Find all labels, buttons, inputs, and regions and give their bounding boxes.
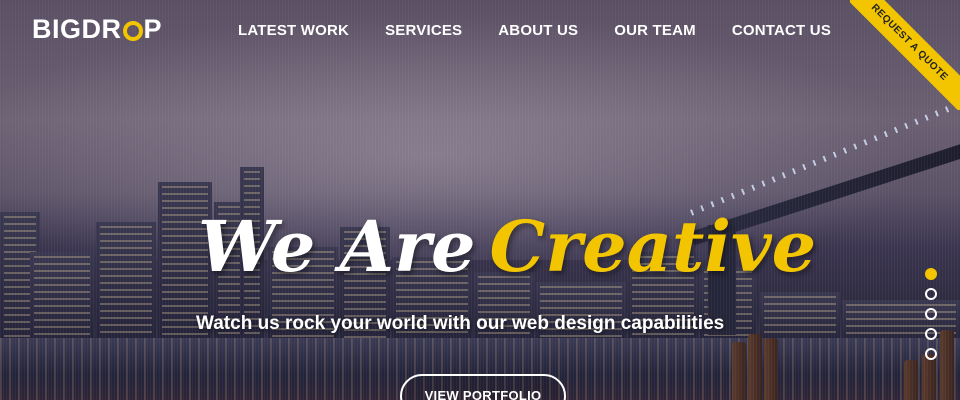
bigdrop-logo[interactable]: BIGDR P xyxy=(32,13,162,45)
logo-text: BIGDR xyxy=(32,13,122,44)
slider-dot-1[interactable] xyxy=(925,268,937,280)
logo-text-end: P xyxy=(143,13,163,44)
hero-section: BIGDR P LATEST WORK SERVICES ABOUT US OU… xyxy=(0,0,960,400)
nav-latest-work[interactable]: LATEST WORK xyxy=(238,22,349,39)
nav-contact-us[interactable]: CONTACT US xyxy=(732,22,831,39)
logo-ring-icon xyxy=(122,21,143,41)
request-quote-corner: REQUEST A QUOTE xyxy=(850,0,960,110)
nav-our-team[interactable]: OUR TEAM xyxy=(614,22,696,39)
nav-about-us[interactable]: ABOUT US xyxy=(498,22,578,39)
slider-dot-2[interactable] xyxy=(925,288,937,300)
pier-pilings xyxy=(732,330,792,400)
main-nav: LATEST WORK SERVICES ABOUT US OUR TEAM C… xyxy=(238,22,867,39)
headline-accent-text: Creative xyxy=(489,205,817,288)
slider-dots xyxy=(925,268,937,360)
slider-dot-5[interactable] xyxy=(925,348,937,360)
slider-dot-4[interactable] xyxy=(925,328,937,340)
request-quote-ribbon[interactable]: REQUEST A QUOTE xyxy=(850,0,960,110)
view-portfolio-button[interactable]: VIEW PORTFOLIO xyxy=(400,374,566,400)
hero-headline: We Are Creative xyxy=(198,212,816,282)
nav-services[interactable]: SERVICES xyxy=(385,22,462,39)
headline-white-text: We Are xyxy=(198,205,476,288)
hero-subheadline: Watch us rock your world with our web de… xyxy=(196,313,725,334)
slider-dot-3[interactable] xyxy=(925,308,937,320)
